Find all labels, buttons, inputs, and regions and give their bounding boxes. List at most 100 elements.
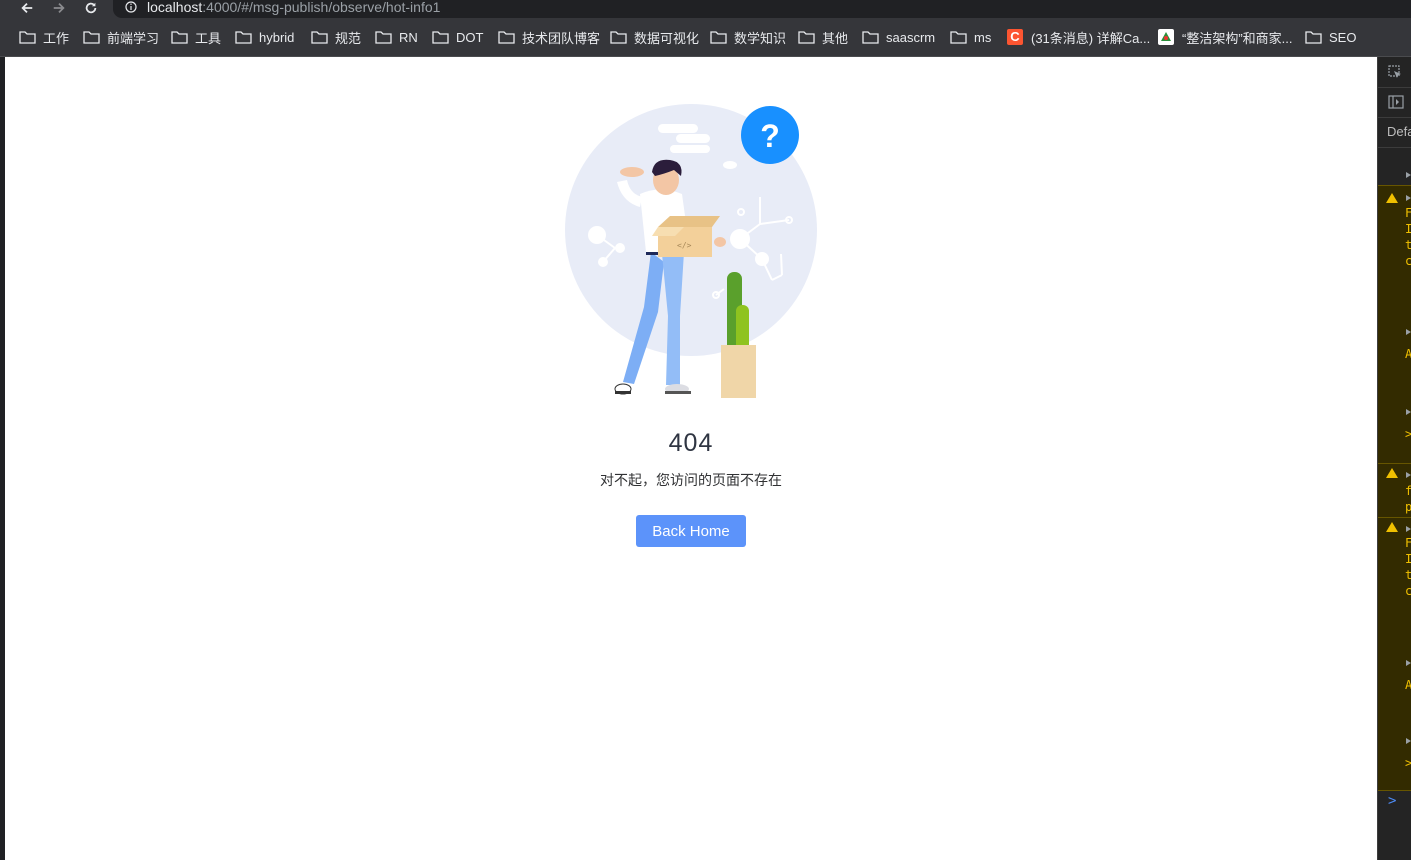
warning-text: F [1405, 206, 1411, 221]
bookmark-item[interactable]: hybrid [235, 18, 294, 56]
console-warning-row[interactable]: F I t c [1378, 185, 1411, 268]
bookmark-item[interactable]: SEO [1305, 18, 1356, 56]
log-level-select[interactable]: Defa [1378, 117, 1411, 147]
folder-icon [375, 30, 392, 44]
bookmark-item[interactable]: 规范 [311, 18, 361, 56]
bookmark-item[interactable]: 数据可视化 [610, 18, 699, 56]
prompt-chevron: > [1388, 793, 1397, 809]
bookmark-item[interactable]: saascrm [862, 18, 935, 56]
folder-icon [432, 30, 449, 44]
back-nav-button[interactable] [18, 0, 36, 16]
bookmark-label: 数据可视化 [634, 30, 700, 46]
warning-text: p [1405, 500, 1411, 515]
console-row[interactable] [1378, 147, 1411, 186]
warning-text: t [1405, 568, 1411, 583]
bookmark-item[interactable]: RN [375, 18, 418, 56]
bookmark-label: saascrm [886, 29, 936, 45]
expand-triangle-icon [1406, 409, 1411, 415]
arrow-right-icon [53, 3, 65, 13]
warning-text: A [1405, 678, 1411, 693]
folder-icon [710, 30, 727, 44]
warning-text: f [1405, 484, 1411, 499]
url-path: :4000/#/msg-publish/observe/hot-info1 [202, 0, 441, 15]
reload-icon [85, 2, 97, 14]
bookmark-item[interactable]: 工作 [19, 18, 69, 56]
log-level-label: Defa [1387, 124, 1411, 139]
bookmark-item[interactable]: 前端学习 [83, 18, 159, 56]
bookmark-item[interactable]: ms [950, 18, 991, 56]
expand-triangle-icon [1406, 738, 1411, 744]
bookmark-item[interactable]: “整洁架构”和商家... [1158, 18, 1293, 56]
expand-triangle-icon [1406, 172, 1411, 178]
forward-nav-button[interactable] [50, 0, 68, 16]
error-message: 对不起，您访问的页面不存在 [600, 473, 782, 489]
console-prompt[interactable]: > [1378, 789, 1411, 860]
bookmark-label: 前端学习 [107, 30, 160, 46]
devtools-sidebar-toggle[interactable] [1378, 87, 1411, 118]
warning-text: A [1405, 347, 1411, 362]
console-warning-row[interactable]: f p [1378, 463, 1411, 518]
expand-triangle-icon [1406, 660, 1411, 666]
bookmark-label: 技术团队博客 [522, 30, 601, 46]
bookmark-label: SEO [1329, 29, 1357, 45]
bookmark-item[interactable]: DOT [432, 18, 483, 56]
sidebar-toggle-icon [1388, 95, 1404, 109]
warning-text: > [1405, 427, 1411, 442]
bookmark-label: 其他 [822, 30, 849, 46]
bookmark-item[interactable]: 其他 [798, 18, 848, 56]
404-illustration: ? </> [565, 104, 817, 398]
bookmark-label: 工作 [43, 30, 70, 46]
bookmark-item[interactable]: 工具 [171, 18, 221, 56]
url-host: localhost [147, 0, 203, 15]
warning-icon [1386, 468, 1398, 478]
page-content: ? </> 404 对不起，您访问的页面不存在 Back Home [5, 57, 1377, 860]
bookmark-item[interactable]: 技术团队博客 [498, 18, 600, 56]
error-code: 404 [668, 429, 714, 457]
folder-icon [498, 30, 515, 44]
bookmark-label: hybrid [259, 29, 295, 45]
site-favicon-icon [1158, 29, 1174, 45]
devtools-panel: Defa F I t c A > f p F I t c A > > [1377, 57, 1411, 860]
info-icon[interactable] [125, 1, 137, 13]
arrow-left-icon [21, 3, 33, 13]
bookmark-item[interactable]: C (31条消息) 详解Ca... [1007, 18, 1150, 56]
warning-icon [1386, 522, 1398, 532]
warning-text: I [1405, 552, 1411, 567]
folder-icon [950, 30, 967, 44]
bookmark-item[interactable]: 数学知识 [710, 18, 786, 56]
csdn-favicon-icon: C [1007, 29, 1023, 45]
question-mark-icon: ? [760, 118, 780, 154]
code-symbol: </> [677, 241, 692, 250]
bookmark-label: RN [399, 29, 418, 45]
url-text[interactable]: localhost:4000/#/msg-publish/observe/hot… [147, 0, 440, 15]
devtools-toolbar [1378, 57, 1411, 88]
browser-toolbar: localhost:4000/#/msg-publish/observe/hot… [0, 0, 1411, 18]
bookmark-label: 规范 [335, 30, 362, 46]
bookmark-label: (31条消息) 详解Ca... [1031, 30, 1151, 46]
folder-icon [19, 30, 36, 44]
bookmarks-bar: 工作 前端学习 工具 hybrid 规范 RN DOT 技术团队博客 数据可视化 数学知识 其他 sa… [0, 18, 1411, 57]
expand-triangle-icon [1406, 329, 1411, 335]
back-home-button[interactable]: Back Home [636, 515, 746, 547]
address-bar[interactable]: localhost:4000/#/msg-publish/observe/hot… [113, 0, 1411, 18]
folder-icon [311, 30, 328, 44]
folder-icon [610, 30, 627, 44]
warning-text: I [1405, 222, 1411, 237]
folder-icon [1305, 30, 1322, 44]
folder-icon [862, 30, 879, 44]
bookmark-label: 工具 [195, 30, 222, 46]
warning-text: > [1405, 756, 1411, 771]
folder-icon [171, 30, 188, 44]
inspect-element-icon[interactable] [1388, 65, 1402, 79]
console-warning-row[interactable]: F I t c A > [1378, 517, 1411, 791]
bookmark-label: DOT [456, 29, 484, 45]
folder-icon [83, 30, 100, 44]
warning-icon [1386, 193, 1398, 203]
expand-triangle-icon [1406, 195, 1411, 201]
bookmark-label: 数学知识 [734, 30, 787, 46]
reload-button[interactable] [82, 0, 100, 16]
warning-text: t [1405, 238, 1411, 253]
console-warning-detail[interactable]: A > [1378, 267, 1411, 463]
warning-text: F [1405, 536, 1411, 551]
bookmark-label: ms [974, 29, 992, 45]
